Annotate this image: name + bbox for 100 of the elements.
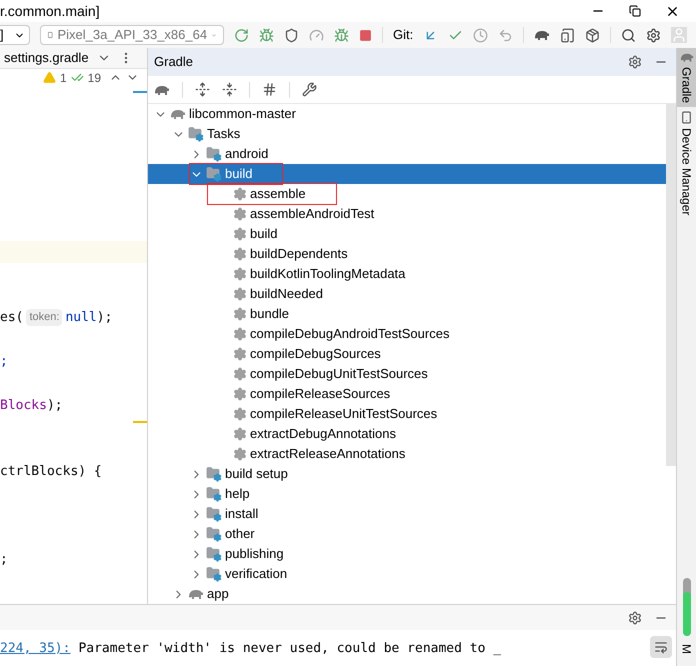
tree-label: buildNeeded [250, 285, 324, 304]
tree-row[interactable]: install [148, 504, 666, 524]
tree-label: verification [225, 565, 288, 584]
attach-debugger-icon[interactable] [334, 28, 349, 42]
tree-label: buildKotlinToolingMetadata [250, 265, 406, 284]
tree-label: buildDependents [250, 245, 348, 264]
folder-gear-icon [206, 506, 222, 522]
tree-row[interactable]: Tasks [148, 124, 666, 144]
tree-row[interactable]: publishing [148, 544, 666, 564]
tree-row[interactable]: extractReleaseAnnotations [148, 444, 666, 464]
folder-gear-icon [206, 566, 222, 582]
side-tab-label[interactable]: M [678, 644, 696, 654]
expand-all-icon[interactable] [195, 82, 210, 97]
console-message: Parameter 'width' is never used, could be renamed to _ [78, 641, 502, 656]
side-tab[interactable]: Gradle [677, 48, 696, 107]
warning-count: 1 [60, 70, 67, 86]
tree-label: android [225, 145, 268, 164]
tree-label: build setup [225, 465, 288, 484]
code-field: Blocks [0, 396, 47, 416]
device-dropdown[interactable]: Pixel_3a_API_33_x86_64 [40, 25, 224, 45]
git-label: Git: [393, 26, 414, 44]
tree-row[interactable]: buildNeeded [148, 284, 666, 304]
gear-icon [233, 227, 247, 241]
tree-label: help [225, 485, 250, 504]
config-dropdown[interactable]: ] [0, 25, 30, 45]
gear-icon [233, 327, 247, 341]
code-keyword: ; [0, 352, 8, 371]
tree-label: install [225, 505, 258, 524]
folder-gear-icon [206, 486, 222, 502]
window-title: r.common.main] [0, 2, 100, 21]
code-text: ; [0, 550, 8, 569]
tree-row[interactable]: verification [148, 564, 666, 584]
tree-row[interactable]: other [148, 524, 666, 544]
gear-icon [233, 187, 247, 201]
tree-row[interactable]: compileReleaseSources [148, 384, 666, 404]
package-icon[interactable] [585, 28, 600, 42]
gear-icon [233, 247, 247, 261]
tree-label: extractDebugAnnotations [250, 425, 396, 444]
tree-row[interactable]: build [148, 224, 666, 244]
tree-label: assembleAndroidTest [250, 205, 374, 224]
tree-label: libcommon-master [189, 105, 296, 124]
tree-row[interactable]: bundle [148, 304, 666, 324]
gear-icon [233, 307, 247, 321]
check-icon [70, 71, 84, 84]
debug-icon[interactable] [259, 28, 274, 42]
settings-icon[interactable] [628, 55, 642, 69]
tree-label: extractReleaseAnnotations [250, 445, 406, 464]
folder-gear-icon [206, 466, 222, 482]
scrollbar[interactable] [666, 104, 676, 466]
tree-label: compileDebugAndroidTestSources [250, 325, 450, 344]
restore-window-icon[interactable] [629, 5, 641, 17]
tree-row[interactable]: extractDebugAnnotations [148, 424, 666, 444]
stop-icon[interactable] [359, 28, 372, 42]
tree-row[interactable]: compileDebugSources [148, 344, 666, 364]
tree-row[interactable]: build [148, 164, 666, 184]
device-icon [680, 110, 693, 124]
tree-label: assemble [250, 185, 306, 204]
gear-icon [233, 287, 247, 301]
code-text: ctrlBlocks) { [0, 462, 102, 481]
code-text: es( [0, 308, 24, 327]
soft-wrap-button[interactable] [650, 636, 672, 658]
elephant-icon [680, 52, 694, 62]
tree-row[interactable]: build setup [148, 464, 666, 484]
device-icon[interactable] [560, 28, 576, 42]
side-tab[interactable]: Device Manager [677, 106, 696, 219]
tree-row[interactable]: help [148, 484, 666, 504]
tree-row[interactable]: assemble [148, 184, 666, 204]
tree-row[interactable]: compileReleaseUnitTestSources [148, 404, 666, 424]
tree-row[interactable]: app [148, 584, 666, 604]
wrench-icon[interactable] [302, 82, 317, 97]
console-link[interactable]: 224, 35): [0, 641, 70, 656]
rerun-icon[interactable] [234, 28, 249, 42]
tree-row[interactable]: libcommon-master [148, 104, 666, 124]
tree-label: compileDebugSources [250, 345, 381, 364]
folder-gear-icon [206, 546, 222, 562]
gear-icon [233, 347, 247, 361]
gear-icon [233, 447, 247, 461]
panel-title: Gradle [154, 53, 194, 72]
elephant-icon [170, 108, 186, 120]
tree-label: compileReleaseSources [250, 385, 390, 404]
tree-label: compileReleaseUnitTestSources [250, 405, 438, 424]
tree-row[interactable]: assembleAndroidTest [148, 204, 666, 224]
gear-icon [233, 427, 247, 441]
tree-row[interactable]: buildKotlinToolingMetadata [148, 264, 666, 284]
tree-row[interactable]: compileDebugAndroidTestSources [148, 324, 666, 344]
tree-label: bundle [250, 305, 290, 324]
tree-row[interactable]: buildDependents [148, 244, 666, 264]
soft-wrap-icon [654, 640, 668, 654]
memory-indicator [682, 578, 690, 636]
settings-icon[interactable] [628, 610, 642, 624]
collapse-all-icon[interactable] [222, 82, 237, 97]
check-count: 19 [88, 70, 101, 86]
inlay-hint: token: [26, 309, 62, 326]
search-icon[interactable] [621, 28, 636, 42]
settings-icon[interactable] [646, 28, 662, 42]
gear-icon [233, 207, 247, 221]
tree-row[interactable]: compileDebugUnitTestSources [148, 364, 666, 384]
gear-icon [233, 387, 247, 401]
phone-icon [47, 29, 54, 41]
tree-row[interactable]: android [148, 144, 666, 164]
